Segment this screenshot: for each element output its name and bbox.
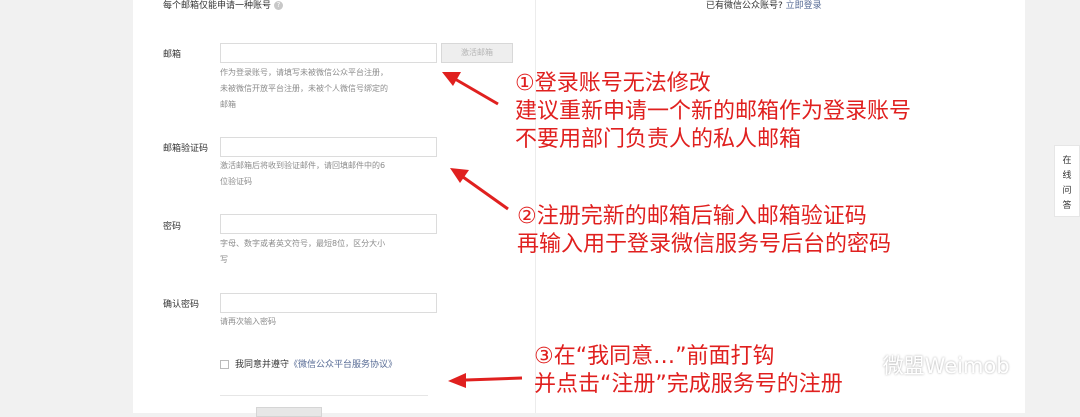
wechat-icon [846,354,875,376]
annotation-2: ②注册完新的邮箱后输入邮箱验证码 再输入用于登录微信服务号后台的密码 [517,203,891,259]
watermark: 微盟Weimob [846,350,1010,380]
annotation-1-line: ①登录账号无法修改 [515,71,711,96]
annotation-2-line: ②注册完新的邮箱后输入邮箱验证码 [517,204,867,229]
annotation-2-line: 再输入用于登录微信服务号后台的密码 [517,232,892,257]
annotation-3-line: ③在“我同意…”前面打钩 [534,344,775,369]
annotation-1: ①登录账号无法修改 建议重新申请一个新的邮箱作为登录账号 不要用部门负责人的私人… [515,70,911,154]
annotation-3-line: 并点击“注册”完成服务号的注册 [534,372,843,397]
arrow-1 [442,72,499,106]
annotation-1-line: 建议重新申请一个新的邮箱作为登录账号 [515,99,912,124]
watermark-text: 微盟Weimob [882,354,1010,378]
arrow-2 [450,168,509,211]
annotation-3: ③在“我同意…”前面打钩 并点击“注册”完成服务号的注册 [534,343,843,399]
arrow-3 [448,373,523,388]
annotation-1-line: 不要用部门负责人的私人邮箱 [515,127,802,152]
